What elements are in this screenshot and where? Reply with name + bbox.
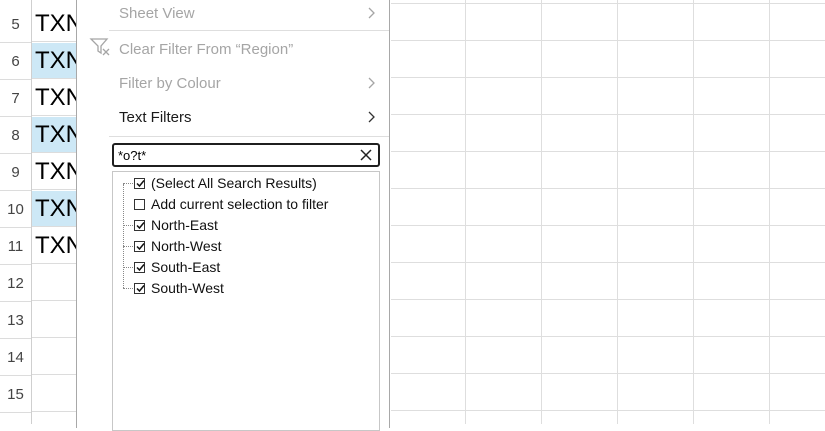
tree-connector bbox=[123, 184, 124, 288]
checkbox-checked[interactable] bbox=[134, 240, 145, 252]
menu-text-filters-label: Text Filters bbox=[119, 108, 192, 126]
filter-list-item[interactable]: South-West bbox=[134, 278, 224, 298]
cell[interactable]: TXN bbox=[32, 228, 76, 264]
worksheet-grid[interactable] bbox=[391, 0, 825, 424]
filter-list-item[interactable]: Add current selection to filter bbox=[134, 194, 328, 214]
tree-connector bbox=[123, 288, 133, 289]
row-header[interactable]: 9 bbox=[0, 154, 31, 191]
checkbox-checked[interactable] bbox=[134, 282, 145, 294]
tree-connector bbox=[123, 183, 133, 184]
clear-search-icon[interactable] bbox=[358, 147, 374, 163]
menu-filter-by-colour-label: Filter by Colour bbox=[119, 74, 221, 92]
menu-text-filters[interactable]: Text Filters bbox=[119, 102, 379, 132]
chevron-right-icon bbox=[368, 77, 375, 89]
filter-list-item-label: North-West bbox=[151, 238, 222, 254]
tree-connector bbox=[123, 246, 133, 247]
row-header[interactable]: 12 bbox=[0, 265, 31, 302]
clear-filter-icon bbox=[89, 38, 110, 56]
row-header[interactable]: 8 bbox=[0, 117, 31, 154]
row-header[interactable]: 11 bbox=[0, 228, 31, 265]
menu-sheet-view-label: Sheet View bbox=[119, 4, 195, 22]
menu-clear-filter-label: Clear Filter From “Region” bbox=[119, 40, 294, 58]
row-header[interactable]: 10 bbox=[0, 191, 31, 228]
checkbox-checked[interactable] bbox=[134, 177, 145, 189]
filter-values-list[interactable]: (Select All Search Results) Add current s… bbox=[112, 171, 380, 431]
cell[interactable]: TXN bbox=[32, 117, 76, 153]
checkbox-checked[interactable] bbox=[134, 261, 145, 273]
cell[interactable]: TXN bbox=[32, 43, 76, 79]
filter-list-item[interactable]: North-East bbox=[134, 215, 218, 235]
row-header[interactable]: 14 bbox=[0, 339, 31, 376]
filter-list-item-label: South-East bbox=[151, 259, 221, 275]
cell[interactable]: TXN bbox=[32, 6, 76, 42]
filter-search-input[interactable] bbox=[114, 146, 340, 164]
cell[interactable] bbox=[32, 376, 76, 412]
tree-connector bbox=[123, 225, 133, 226]
chevron-right-icon bbox=[368, 111, 375, 123]
cell[interactable]: TXN bbox=[32, 191, 76, 227]
cell[interactable] bbox=[32, 302, 76, 338]
cell[interactable]: TXN bbox=[32, 154, 76, 190]
menu-divider bbox=[109, 30, 389, 31]
checkbox-unchecked[interactable] bbox=[134, 198, 145, 210]
filter-list-item-label: South-West bbox=[151, 280, 224, 296]
menu-divider bbox=[109, 136, 389, 137]
row-headers: 5 6 7 8 9 10 11 12 13 14 15 bbox=[0, 0, 32, 424]
menu-filter-by-colour[interactable]: Filter by Colour bbox=[119, 68, 379, 98]
row-header[interactable]: 6 bbox=[0, 43, 31, 80]
cell[interactable]: TXN bbox=[32, 80, 76, 116]
filter-list-item[interactable]: South-East bbox=[134, 257, 220, 277]
chevron-right-icon bbox=[368, 7, 375, 19]
row-header[interactable]: 5 bbox=[0, 6, 31, 43]
checkbox-checked[interactable] bbox=[134, 219, 145, 231]
row-header[interactable]: 7 bbox=[0, 80, 31, 117]
autofilter-dropdown: Sheet View Clear Filter From “Region” Fi… bbox=[76, 0, 390, 431]
cell[interactable] bbox=[32, 339, 76, 375]
menu-clear-filter[interactable]: Clear Filter From “Region” bbox=[119, 34, 379, 64]
filter-list-item[interactable]: (Select All Search Results) bbox=[134, 173, 317, 193]
menu-sheet-view[interactable]: Sheet View bbox=[119, 0, 379, 28]
cell[interactable] bbox=[32, 265, 76, 301]
filter-list-item-label: North-East bbox=[151, 217, 218, 233]
filter-list-item-label: Add current selection to filter bbox=[151, 196, 329, 212]
tree-connector bbox=[123, 267, 133, 268]
row-header[interactable]: 15 bbox=[0, 376, 31, 413]
row-header[interactable]: 13 bbox=[0, 302, 31, 339]
filter-search-box bbox=[112, 143, 380, 167]
filter-list-item[interactable]: North-West bbox=[134, 236, 222, 256]
filter-list-item-label: (Select All Search Results) bbox=[151, 175, 317, 191]
